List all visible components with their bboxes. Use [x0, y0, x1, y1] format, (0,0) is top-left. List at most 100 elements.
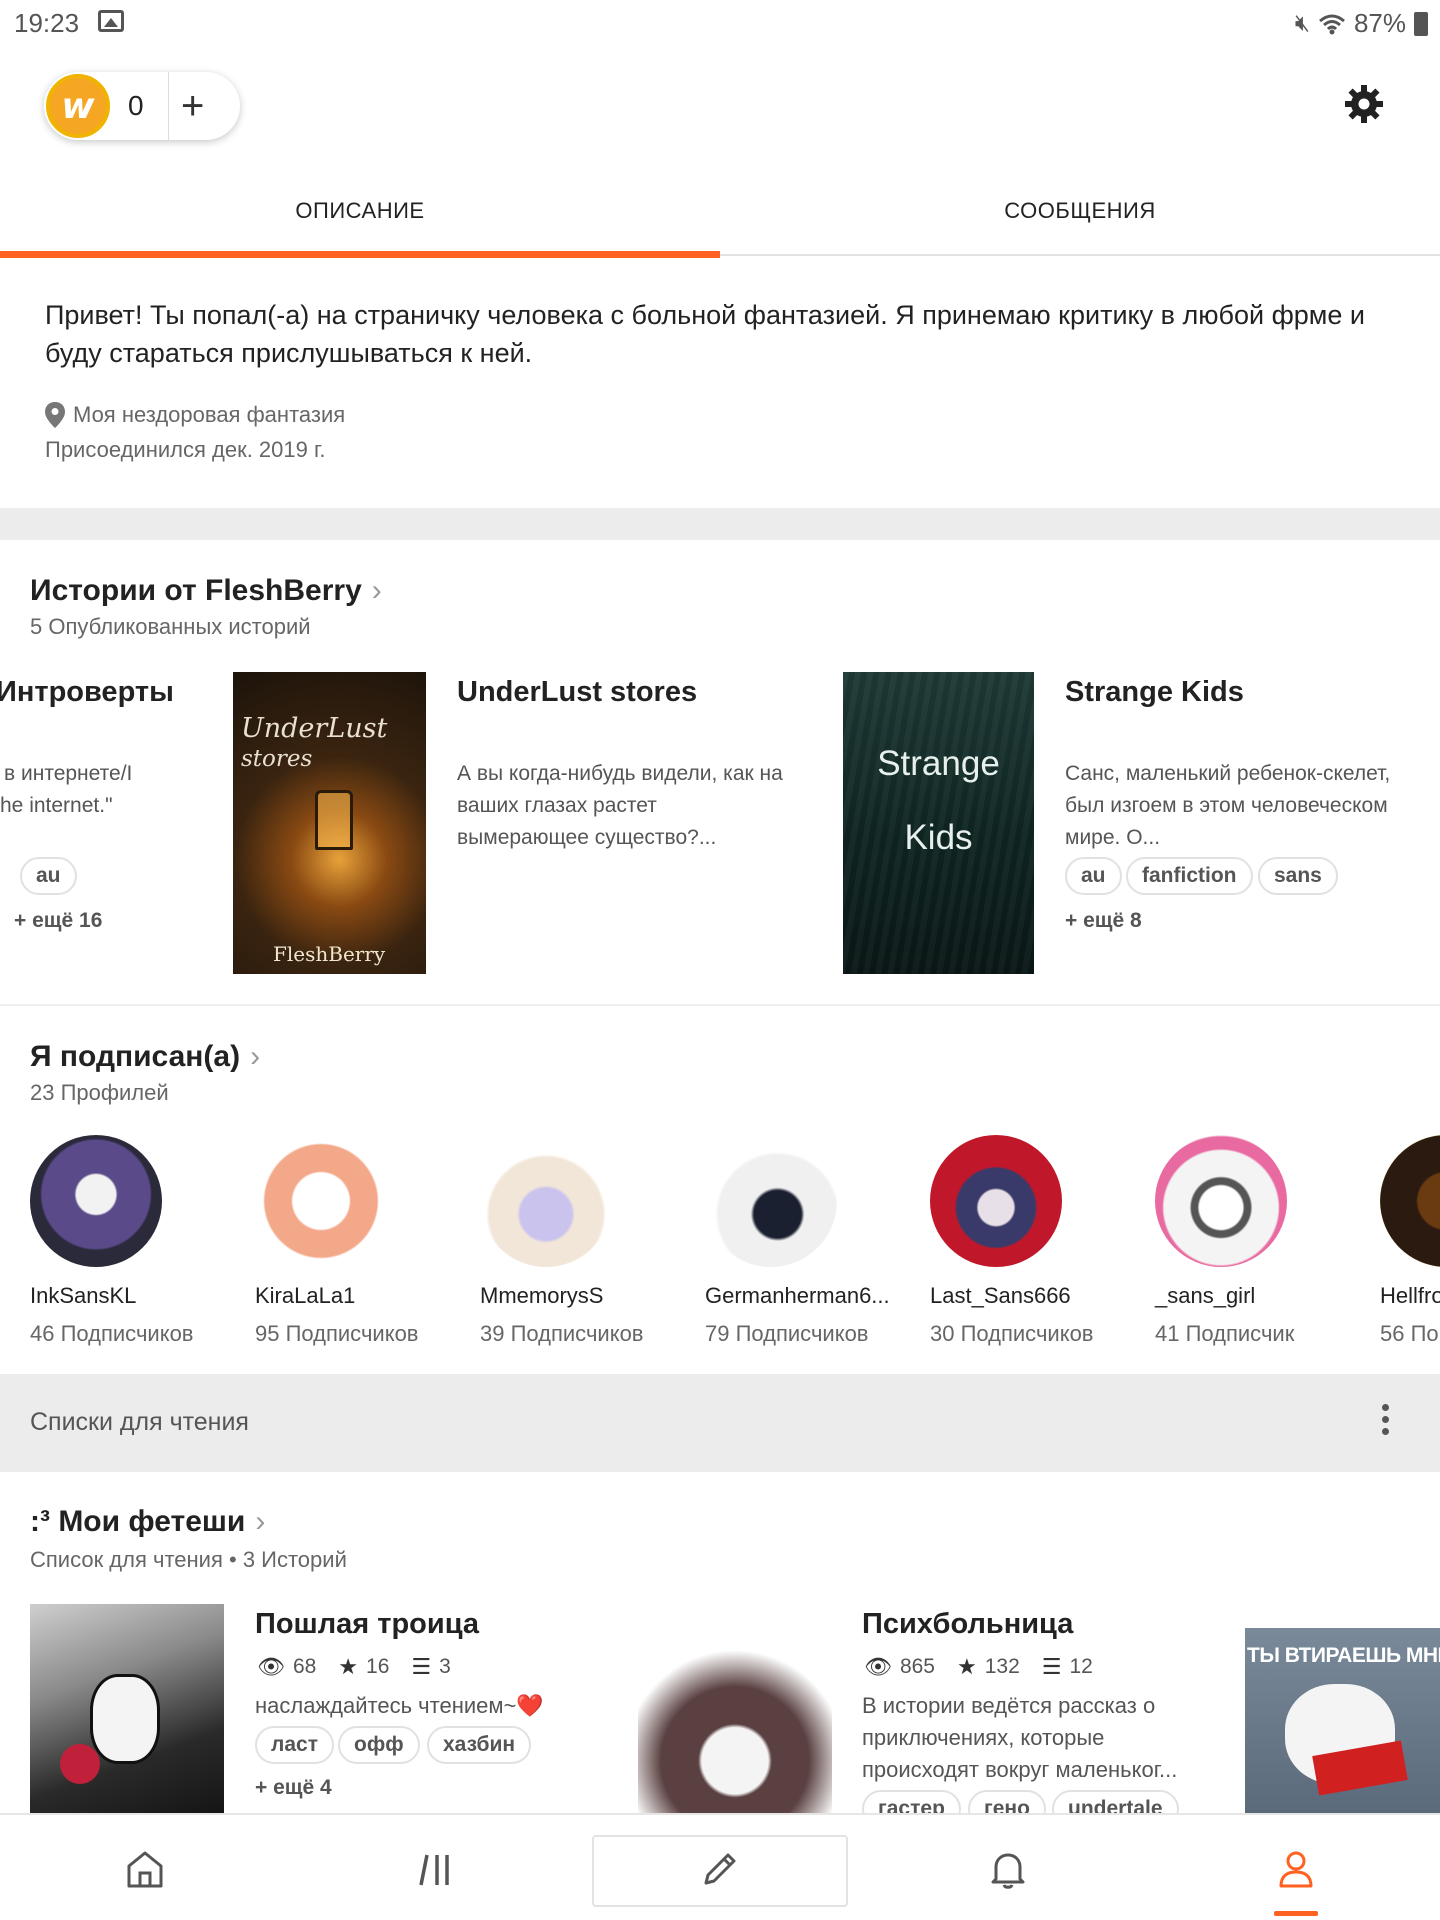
section-divider [0, 508, 1440, 540]
followed-profile[interactable]: InkSansKL 46 Подписчиков [30, 1135, 250, 1347]
more-tags[interactable]: + ещё 4 [255, 1776, 332, 1800]
profile-followers: 46 Подписчиков [30, 1321, 194, 1346]
profile-followers: 30 Подписчиков [930, 1321, 1094, 1346]
followed-profile[interactable]: _sans_girl 41 Подписчик [1155, 1135, 1375, 1347]
cover-text: Strange [877, 744, 1000, 783]
active-tab-indicator [1274, 1911, 1318, 1916]
votes-count: 132 [984, 1655, 1020, 1678]
star-icon: ★ [956, 1654, 977, 1679]
joined-date: Присоединился дек. 2019 г. [45, 437, 326, 462]
battery-percent: 87% [1353, 8, 1406, 38]
story-desc-line: he internet." [0, 794, 113, 817]
bottom-navigation [0, 1813, 1440, 1920]
cover-text: UnderLust [241, 713, 388, 744]
status-bar: 19:23 🔇︎ 87% [0, 0, 1440, 44]
list-icon: ☰ [1041, 1654, 1062, 1679]
story-tag[interactable]: au [20, 857, 77, 895]
avatar [930, 1135, 1062, 1267]
story-cover[interactable]: ТЫ ВТИРАЕШЬ МНЕ [1245, 1628, 1440, 1813]
avatar [1155, 1135, 1287, 1267]
location-text: Моя нездоровая фантазия [73, 402, 346, 427]
profile-tabs: ОПИСАНИЕ СООБЩЕНИЯ [0, 178, 1440, 258]
more-tags[interactable]: + ещё 8 [1065, 909, 1142, 933]
story-tag[interactable]: sans [1258, 857, 1338, 895]
story-title[interactable]: Пошлая троица [255, 1608, 479, 1641]
story-tag[interactable]: офф [338, 1726, 420, 1764]
chevron-right-icon: › [371, 574, 382, 607]
reading-list-subtitle: Список для чтения • 3 Историй [30, 1547, 347, 1572]
library-icon [419, 1854, 449, 1885]
divider [168, 72, 169, 140]
story-title[interactable]: UnderLust stores [457, 676, 697, 709]
coin-count: 0 [128, 90, 144, 121]
story-description: А вы когда-нибудь видели, как на ваших г… [457, 762, 783, 849]
story-stats: 👁︎ 68 ★ 16 ☰ 3 [257, 1654, 451, 1680]
avatar [705, 1135, 837, 1267]
avatar [480, 1135, 612, 1267]
more-options-icon[interactable] [1382, 1404, 1390, 1440]
story-tag[interactable]: ласт [255, 1726, 334, 1764]
cover-text: Kids [904, 818, 973, 857]
followed-profile[interactable]: KiraLaLa1 95 Подписчиков [255, 1135, 475, 1347]
story-tag[interactable]: au [1065, 857, 1122, 895]
location-pin-icon [45, 402, 65, 428]
story-description: В истории ведётся рассказ о приключениях… [862, 1693, 1178, 1782]
profile-icon [1279, 1851, 1313, 1887]
nav-library[interactable] [400, 1815, 470, 1920]
eye-icon: 👁︎ [864, 1654, 892, 1679]
story-cover[interactable] [30, 1604, 224, 1813]
followed-profile[interactable]: MmemorysS 39 Подписчиков [480, 1135, 700, 1347]
profile-followers: 39 Подписчиков [480, 1321, 644, 1346]
profile-followers: 41 Подписчик [1155, 1321, 1295, 1346]
mute-icon: 🔇︎ [1294, 9, 1310, 37]
nav-write-icon-wrap[interactable] [685, 1815, 755, 1920]
parts-count: 12 [1069, 1655, 1093, 1678]
stories-header[interactable]: Истории от FleshBerry › [30, 574, 382, 608]
profile-followers: 79 Подписчиков [705, 1321, 869, 1346]
bell-icon [991, 1853, 1025, 1889]
story-title[interactable]: Психбольница [862, 1608, 1073, 1641]
pencil-icon [704, 1853, 736, 1884]
chevron-right-icon: › [255, 1505, 266, 1538]
following-header[interactable]: Я подписан(а) › [30, 1040, 260, 1074]
story-desc-line: в интернете/I [4, 762, 133, 785]
more-tags[interactable]: + ещё 16 [14, 909, 102, 933]
story-title[interactable]: Strange Kids [1065, 676, 1244, 709]
tab-description[interactable]: ОПИСАНИЕ [0, 178, 720, 258]
divider [0, 1004, 1440, 1006]
story-tag[interactable]: хазбин [427, 1726, 532, 1764]
profile-name: MmemorysS [480, 1283, 604, 1308]
stories-count: 5 Опубликованных историй [30, 614, 311, 639]
tab-messages[interactable]: СООБЩЕНИЯ [720, 178, 1440, 256]
cover-text: ТЫ ВТИРАЕШЬ МНЕ [1247, 1644, 1440, 1667]
profile-name: Last_Sans666 [930, 1283, 1071, 1308]
location: Моя нездоровая фантазия [45, 402, 345, 428]
chevron-right-icon: › [250, 1040, 261, 1073]
followed-profile[interactable]: Germanherman6... 79 Подписчиков [705, 1135, 925, 1347]
coin-icon: w [46, 74, 110, 138]
views-count: 68 [292, 1655, 317, 1678]
story-cover[interactable] [638, 1604, 832, 1813]
nav-notifications[interactable] [973, 1815, 1043, 1920]
coins-widget[interactable]: w 0 + [44, 72, 240, 140]
gear-icon[interactable] [1344, 84, 1384, 124]
followed-profile[interactable]: Last_Sans666 30 Подписчиков [930, 1135, 1150, 1347]
add-coins-button[interactable]: + [181, 86, 204, 126]
nav-profile[interactable] [1261, 1815, 1331, 1920]
story-cover[interactable]: UnderLust stores FleshBerry [233, 672, 426, 974]
profile-followers: 95 Подписчиков [255, 1321, 419, 1346]
story-stats: 👁︎ 865 ★ 132 ☰ 12 [864, 1654, 1093, 1680]
followed-profile[interactable]: Hellfro 56 По [1380, 1135, 1440, 1347]
story-description: наслаждайтесь чтением~❤️ [255, 1693, 544, 1718]
profile-name: Germanherman6... [705, 1283, 890, 1308]
nav-home[interactable] [110, 1815, 180, 1920]
story-cover[interactable]: Strange Kids [843, 672, 1034, 974]
reading-list-header[interactable]: :³ Мои фетеши › [30, 1505, 265, 1539]
home-icon [127, 1851, 163, 1887]
story-title[interactable]: Интроверты [0, 676, 174, 709]
wifi-icon [1318, 14, 1345, 34]
profile-name: KiraLaLa1 [255, 1283, 356, 1308]
story-tag[interactable]: fanfiction [1126, 857, 1253, 895]
list-icon: ☰ [411, 1654, 432, 1679]
parts-count: 3 [439, 1655, 451, 1678]
